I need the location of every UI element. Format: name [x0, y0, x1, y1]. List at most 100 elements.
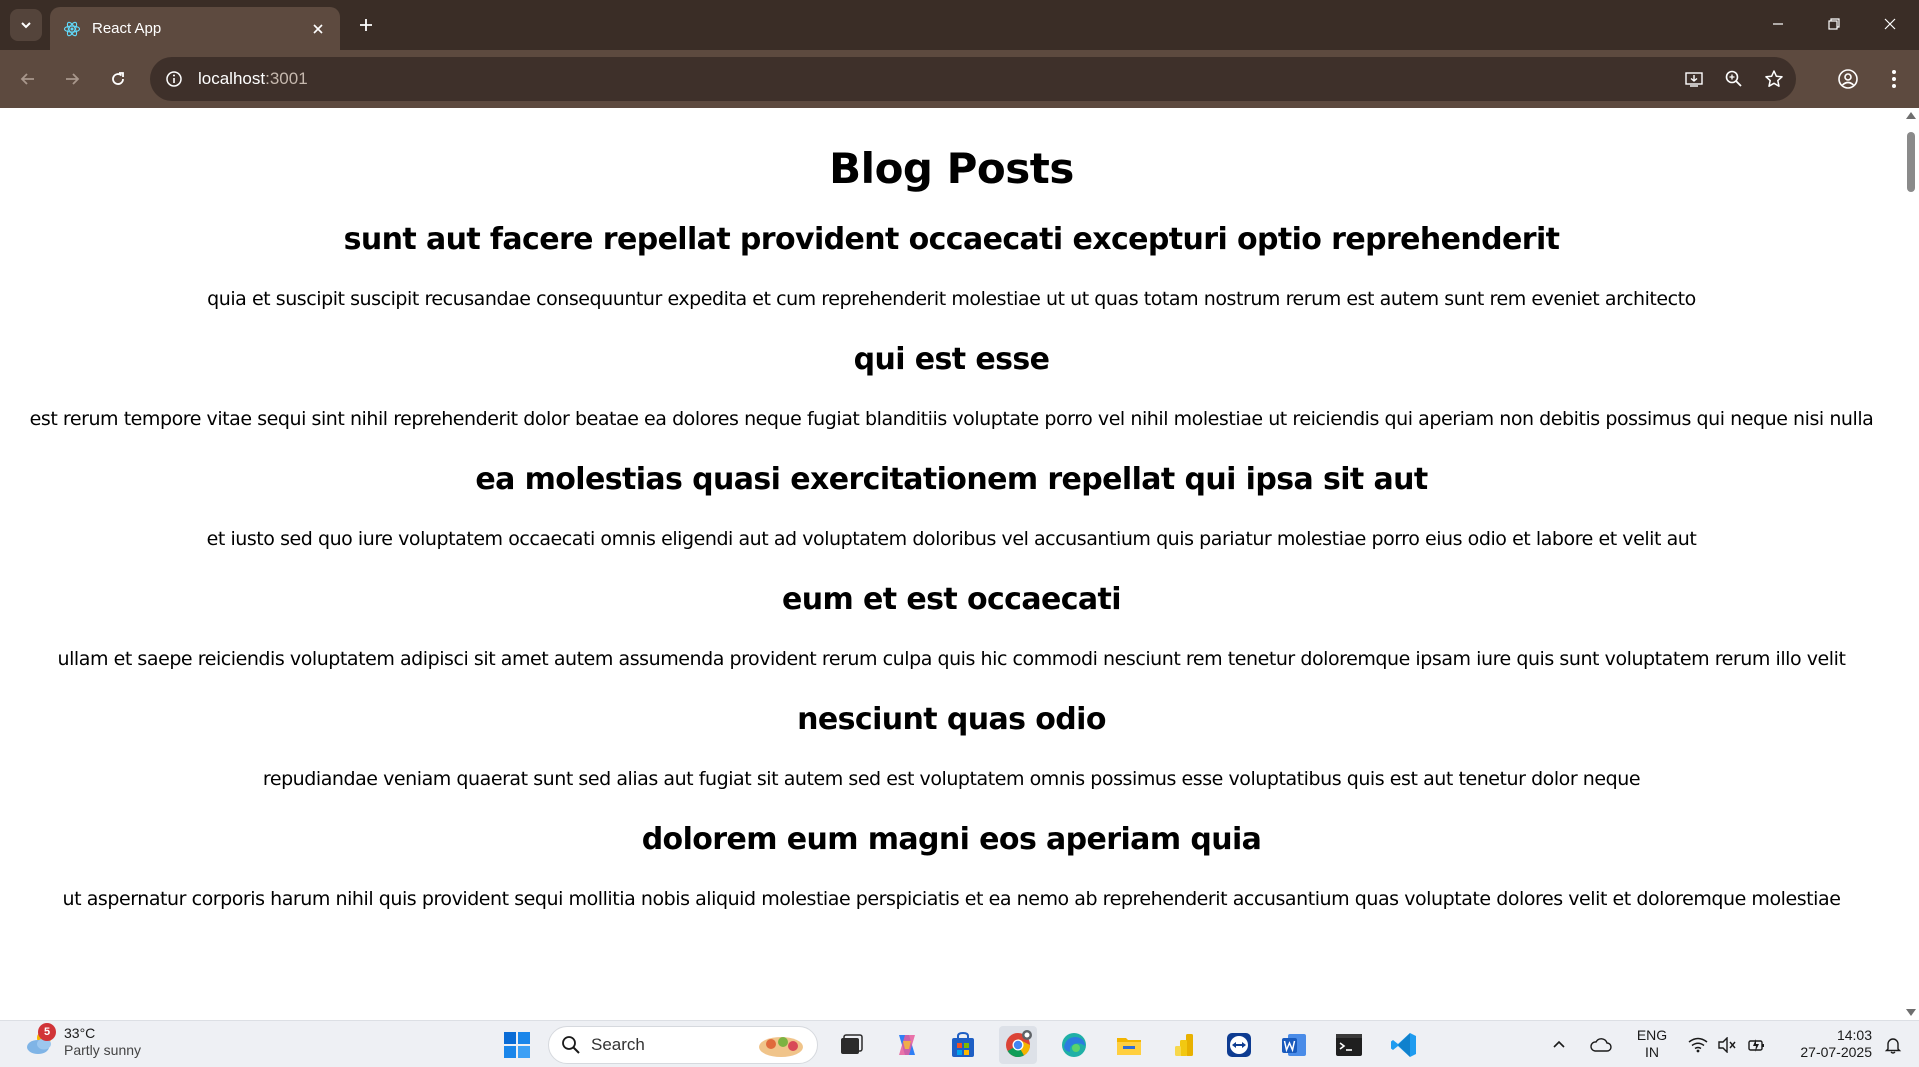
- file-explorer-button[interactable]: [1110, 1026, 1148, 1064]
- profile-icon: [1838, 69, 1858, 89]
- tab-close-button[interactable]: [308, 19, 328, 39]
- browser-tab[interactable]: React App: [50, 7, 340, 50]
- word-icon: [1282, 1034, 1306, 1056]
- language-code: ENG: [1636, 1027, 1668, 1043]
- language-indicator[interactable]: ENG IN: [1624, 1027, 1680, 1061]
- vscode-button[interactable]: [1385, 1026, 1423, 1064]
- zoom-button[interactable]: [1718, 63, 1750, 95]
- minimize-button[interactable]: [1756, 6, 1800, 42]
- post-body: ullam et saepe reiciendis voluptatem adi…: [57, 648, 1846, 670]
- zoom-icon: [1725, 70, 1742, 87]
- post-item: ea molestias quasi exercitationem repell…: [0, 462, 1903, 554]
- weather-widget[interactable]: 5 33°C Partly sunny: [24, 1023, 142, 1059]
- post-title: dolorem eum magni eos aperiam quia: [641, 822, 1262, 857]
- arrow-right-icon: [66, 73, 80, 85]
- post-title: sunt aut facere repellat provident occae…: [343, 222, 1560, 257]
- microsoft-store-button[interactable]: [944, 1026, 982, 1064]
- new-tab-button[interactable]: [352, 11, 380, 39]
- notifications-button[interactable]: [1876, 1026, 1910, 1064]
- taskbar-search-label: Search: [591, 1035, 645, 1054]
- browser-toolbar: localhost:3001: [0, 50, 1919, 108]
- battery-charging-icon: [1748, 1039, 1764, 1052]
- post-item: nesciunt quas odio repudiandae veniam qu…: [0, 702, 1903, 794]
- scroll-down-arrow-icon[interactable]: [1906, 1009, 1916, 1016]
- taskbar: 5 33°C Partly sunny Search ENG IN 14:03 …: [0, 1020, 1919, 1067]
- onedrive-button[interactable]: [1584, 1026, 1618, 1064]
- weather-condition: Partly sunny: [64, 1042, 142, 1058]
- scroll-up-arrow-icon[interactable]: [1906, 112, 1916, 119]
- folder-icon: [1117, 1038, 1141, 1055]
- chrome-icon: [1006, 1030, 1032, 1058]
- url-host: localhost: [198, 69, 266, 88]
- install-icon: [1685, 72, 1703, 87]
- tab-title: React App: [92, 20, 162, 37]
- wifi-icon: [1688, 1037, 1708, 1053]
- post-title: ea molestias quasi exercitationem repell…: [475, 462, 1428, 497]
- tab-search-button[interactable]: [10, 9, 42, 41]
- bookmark-button[interactable]: [1758, 63, 1790, 95]
- profile-button[interactable]: [1832, 63, 1864, 95]
- taskbar-search[interactable]: Search: [548, 1026, 818, 1064]
- post-body: est rerum tempore vitae sequi sint nihil…: [29, 408, 1874, 430]
- forward-button[interactable]: [56, 63, 88, 95]
- chevron-up-icon: [1553, 1040, 1565, 1048]
- clock[interactable]: 14:03 27-07-2025: [1776, 1027, 1872, 1061]
- star-icon: [1765, 70, 1783, 87]
- post-item: eum et est occaecati ullam et saepe reic…: [0, 582, 1903, 674]
- edge-icon: [1062, 1033, 1086, 1057]
- weather-temperature: 33°C: [64, 1025, 96, 1041]
- reload-icon: [112, 72, 124, 85]
- vscode-icon: [1391, 1033, 1416, 1057]
- reload-button[interactable]: [102, 63, 134, 95]
- terminal-button[interactable]: [1330, 1026, 1368, 1064]
- start-button[interactable]: [498, 1026, 536, 1064]
- close-window-button[interactable]: [1868, 6, 1912, 42]
- info-icon: [166, 71, 182, 87]
- battery-button[interactable]: [1742, 1026, 1772, 1064]
- chevron-down-icon: [21, 22, 31, 29]
- power-bi-button[interactable]: [1165, 1026, 1203, 1064]
- page-title: Blog Posts: [829, 144, 1074, 193]
- edge-button[interactable]: [1055, 1026, 1093, 1064]
- word-button[interactable]: [1275, 1026, 1313, 1064]
- scroll-thumb[interactable]: [1907, 132, 1915, 192]
- arrow-left-icon: [20, 73, 34, 85]
- volume-button[interactable]: [1712, 1026, 1742, 1064]
- copilot-button[interactable]: [888, 1026, 926, 1064]
- post-body: quia et suscipit suscipit recusandae con…: [207, 288, 1696, 310]
- volume-muted-icon: [1718, 1037, 1736, 1053]
- task-view-button[interactable]: [832, 1026, 870, 1064]
- page-scrollbar[interactable]: [1903, 108, 1919, 1020]
- close-icon: [1884, 18, 1896, 30]
- chrome-taskbar-button[interactable]: [999, 1026, 1037, 1064]
- install-app-button[interactable]: [1678, 63, 1710, 95]
- back-button[interactable]: [12, 63, 44, 95]
- page-viewport: Blog Posts sunt aut facere repellat prov…: [0, 108, 1903, 1020]
- wifi-button[interactable]: [1682, 1026, 1714, 1064]
- menu-button[interactable]: [1878, 63, 1910, 95]
- teamviewer-button[interactable]: [1220, 1026, 1258, 1064]
- restore-button[interactable]: [1812, 6, 1856, 42]
- post-body: ut aspernatur corporis harum nihil quis …: [62, 888, 1841, 910]
- show-hidden-icons-button[interactable]: [1544, 1026, 1574, 1064]
- notification-bell-icon: [1884, 1038, 1902, 1054]
- address-bar[interactable]: localhost:3001: [150, 57, 1796, 101]
- post-item: dolorem eum magni eos aperiam quia ut as…: [0, 822, 1903, 914]
- language-region: IN: [1645, 1044, 1659, 1060]
- post-item: sunt aut facere repellat provident occae…: [0, 222, 1903, 314]
- cloud-icon: [1590, 1038, 1612, 1052]
- post-body: et iusto sed quo iure voluptatem occaeca…: [206, 528, 1697, 550]
- tab-strip: React App: [0, 0, 1919, 50]
- react-logo-icon: [62, 19, 82, 39]
- power-bi-icon: [1175, 1034, 1193, 1056]
- teamviewer-icon: [1227, 1033, 1251, 1057]
- task-view-icon: [841, 1034, 863, 1054]
- post-item: qui est esse est rerum tempore vitae seq…: [0, 342, 1903, 434]
- restore-icon: [1828, 18, 1840, 30]
- url-text: localhost:3001: [198, 69, 308, 89]
- store-icon: [952, 1031, 974, 1057]
- post-body: repudiandae veniam quaerat sunt sed alia…: [262, 768, 1641, 790]
- copilot-icon: [899, 1035, 915, 1055]
- site-info-button[interactable]: [156, 61, 192, 97]
- post-title: qui est esse: [853, 342, 1050, 377]
